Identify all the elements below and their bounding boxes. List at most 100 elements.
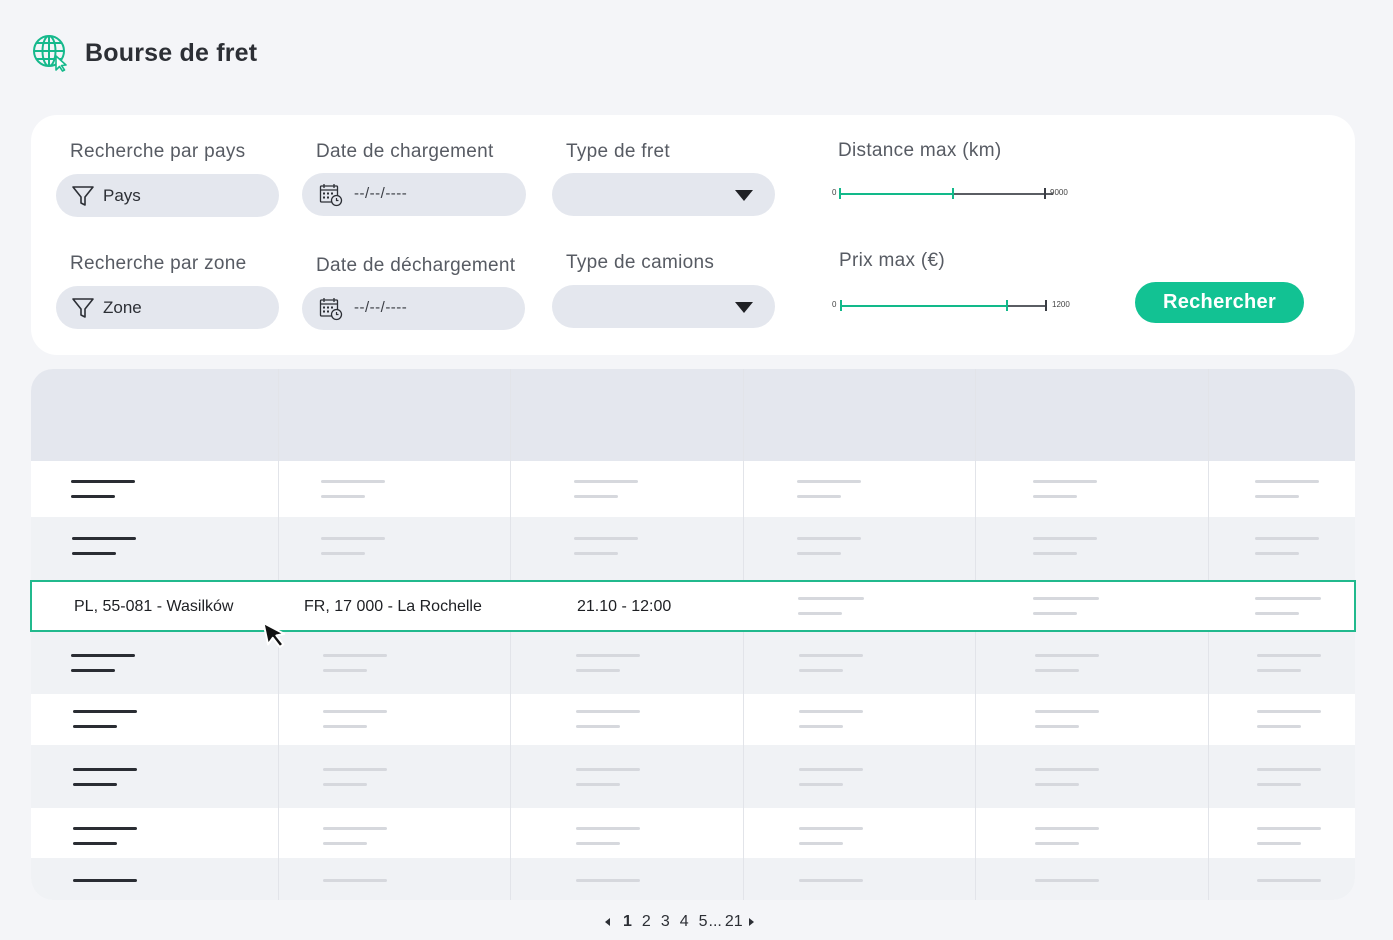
table-row[interactable]	[31, 517, 1355, 580]
placeholder-line	[1035, 879, 1099, 882]
distance-max-label: Distance max (km)	[838, 140, 1002, 161]
country-search-input[interactable]: Pays	[56, 174, 279, 217]
table-row[interactable]	[31, 694, 1355, 745]
placeholder-line	[323, 879, 387, 882]
table-header	[31, 369, 1355, 461]
placeholder-line	[1255, 612, 1299, 615]
column-divider	[510, 369, 511, 900]
placeholder-line	[799, 669, 843, 672]
page-header: Bourse de fret	[32, 34, 257, 72]
datetime-cell: 21.10 - 12:00	[577, 598, 672, 615]
distance-max-value: 9000	[1050, 188, 1068, 197]
country-search-placeholder: Pays	[103, 186, 141, 205]
calendar-clock-icon	[319, 298, 343, 321]
table-row[interactable]	[31, 808, 1355, 858]
filter-icon	[72, 186, 94, 206]
chevron-down-icon	[735, 302, 753, 313]
page-2-link[interactable]: 2	[642, 913, 651, 931]
placeholder-line	[71, 654, 135, 657]
placeholder-line	[1257, 783, 1301, 786]
placeholder-line	[798, 597, 864, 600]
truck-type-select[interactable]	[552, 285, 775, 328]
placeholder-line	[799, 879, 863, 882]
chevron-down-icon	[735, 190, 753, 201]
placeholder-line	[576, 669, 620, 672]
placeholder-line	[797, 495, 841, 498]
placeholder-line	[73, 710, 137, 713]
search-button[interactable]: Rechercher	[1135, 282, 1304, 323]
placeholder-line	[323, 768, 387, 771]
placeholder-line	[323, 654, 387, 657]
placeholder-line	[797, 480, 861, 483]
globe-cursor-icon	[33, 35, 67, 72]
placeholder-line	[72, 552, 116, 555]
placeholder-line	[1033, 597, 1099, 600]
placeholder-line	[71, 669, 115, 672]
table-row[interactable]	[31, 461, 1355, 517]
previous-page-icon[interactable]	[605, 918, 610, 926]
price-handle[interactable]	[1006, 300, 1008, 311]
placeholder-line	[799, 768, 863, 771]
price-max-value: 1200	[1052, 300, 1070, 309]
placeholder-line	[1255, 597, 1321, 600]
freight-table	[31, 369, 1355, 900]
placeholder-line	[1035, 783, 1079, 786]
placeholder-line	[576, 710, 640, 713]
placeholder-line	[1257, 669, 1301, 672]
placeholder-line	[323, 783, 367, 786]
placeholder-line	[799, 783, 843, 786]
placeholder-line	[799, 710, 863, 713]
next-page-icon[interactable]	[748, 918, 754, 926]
placeholder-line	[321, 480, 385, 483]
table-row[interactable]	[31, 632, 1355, 694]
table-row[interactable]	[31, 745, 1355, 808]
distance-track-filled	[840, 193, 953, 195]
placeholder-line	[323, 710, 387, 713]
placeholder-line	[799, 827, 863, 830]
page-4-link[interactable]: 4	[680, 913, 689, 931]
placeholder-line	[73, 842, 117, 845]
placeholder-line	[321, 495, 365, 498]
distance-handle[interactable]	[952, 188, 954, 199]
placeholder-line	[1255, 480, 1319, 483]
placeholder-line	[797, 537, 861, 540]
page-1-link[interactable]: 1	[623, 913, 632, 931]
placeholder-line	[1035, 842, 1079, 845]
country-search-label: Recherche par pays	[70, 141, 246, 162]
placeholder-line	[323, 725, 367, 728]
placeholder-line	[323, 842, 367, 845]
placeholder-line	[71, 495, 115, 498]
placeholder-line	[1035, 725, 1079, 728]
placeholder-line	[1255, 537, 1319, 540]
origin-cell: PL, 55-081 - Wasilków	[74, 598, 234, 615]
placeholder-line	[323, 827, 387, 830]
loading-date-input[interactable]: --/--/----	[302, 173, 526, 216]
table-row[interactable]	[31, 858, 1355, 900]
placeholder-line	[72, 537, 136, 540]
placeholder-line	[1257, 654, 1321, 657]
placeholder-line	[576, 879, 640, 882]
destination-cell: FR, 17 000 - La Rochelle	[304, 598, 482, 615]
placeholder-line	[1033, 552, 1077, 555]
placeholder-line	[1035, 768, 1099, 771]
page-3-link[interactable]: 3	[661, 913, 670, 931]
price-track-filled	[841, 305, 1007, 307]
placeholder-line	[1035, 710, 1099, 713]
highlighted-table-row[interactable]: PL, 55-081 - Wasilków FR, 17 000 - La Ro…	[30, 580, 1356, 632]
placeholder-line	[321, 537, 385, 540]
placeholder-line	[1035, 827, 1099, 830]
freight-type-select[interactable]	[552, 173, 775, 216]
placeholder-line	[797, 552, 841, 555]
zone-search-input[interactable]: Zone	[56, 286, 279, 329]
placeholder-line	[1033, 480, 1097, 483]
unloading-date-input[interactable]: --/--/----	[302, 287, 525, 330]
filter-icon	[72, 298, 94, 318]
placeholder-line	[73, 827, 137, 830]
placeholder-line	[1257, 725, 1301, 728]
placeholder-line	[1257, 879, 1321, 882]
truck-type-label: Type de camions	[566, 252, 715, 273]
last-page-link[interactable]: 21	[725, 913, 743, 931]
pagination: 1 2 3 4 5 ... 21	[605, 913, 754, 931]
price-max-tick	[1045, 300, 1047, 311]
page-5-link[interactable]: 5	[699, 913, 708, 931]
